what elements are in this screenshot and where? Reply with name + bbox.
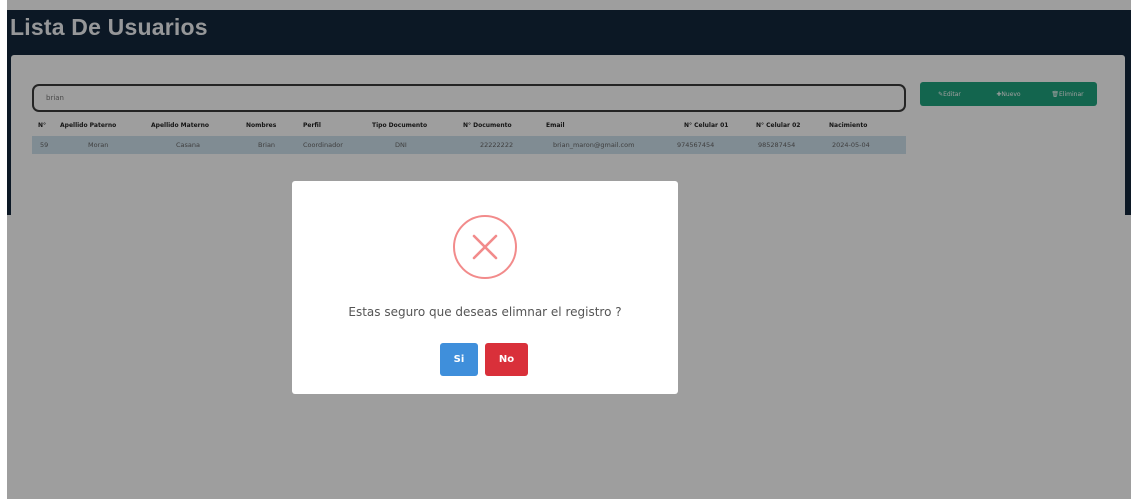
confirm-delete-dialog: Estas seguro que deseas elimnar el regis…	[292, 181, 678, 394]
confirm-no-button[interactable]: No	[485, 343, 528, 376]
error-x-icon	[453, 215, 517, 279]
dialog-message: Estas seguro que deseas elimnar el regis…	[348, 305, 622, 319]
confirm-yes-button[interactable]: Si	[440, 343, 478, 376]
